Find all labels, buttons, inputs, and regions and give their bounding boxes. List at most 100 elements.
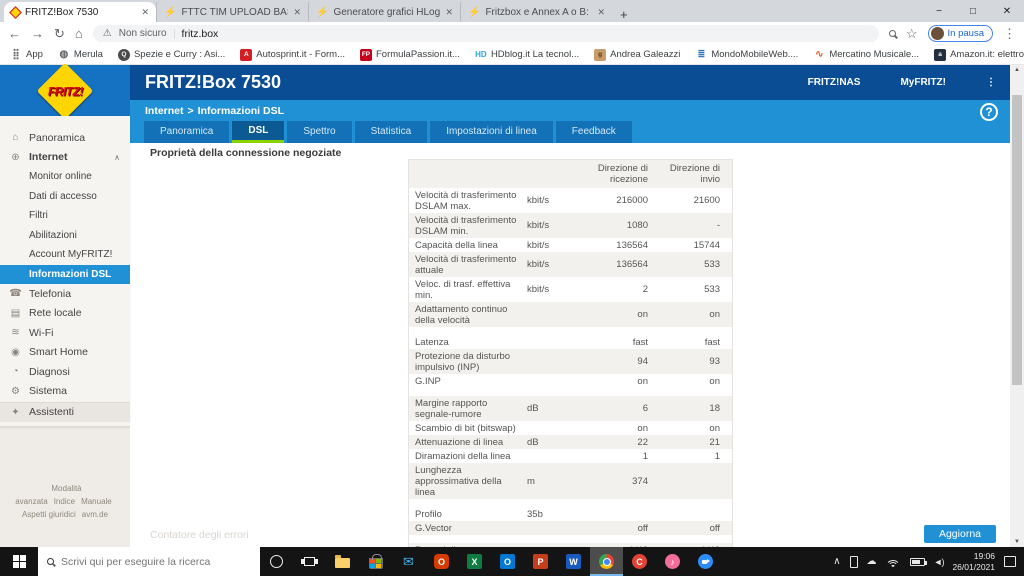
breadcrumb-section[interactable]: Internet <box>145 105 184 117</box>
fritz-favicon-icon <box>9 6 22 19</box>
myfritz-link[interactable]: MyFRITZ! <box>900 77 946 88</box>
sidebar-item-dati-di-accesso[interactable]: Dati di accesso <box>0 187 130 207</box>
tab-impostazioni-linea[interactable]: Impostazioni di linea <box>430 121 553 143</box>
scroll-down-icon[interactable]: ▼ <box>1010 539 1024 545</box>
sidebar-item-telefonia[interactable]: ☎Telefonia <box>0 284 130 304</box>
zoom-app-button[interactable] <box>689 547 722 576</box>
legal-link[interactable]: Aspetti giuridici <box>22 510 76 519</box>
help-icon[interactable]: ? <box>980 103 998 121</box>
sidebar-item-internet[interactable]: ⊕Internet∧ <box>0 148 130 168</box>
fritz-logo[interactable]: FRITZ! <box>0 65 130 116</box>
sidebar-item-wifi[interactable]: ≋Wi-Fi <box>0 323 130 343</box>
sidebar-item-filtri[interactable]: Filtri <box>0 206 130 226</box>
bookmark-label: Merula <box>74 49 103 60</box>
speaker-icon[interactable]: ◄) <box>934 557 944 567</box>
security-label[interactable]: Non sicuro <box>119 28 167 39</box>
bookmark-amazon[interactable]: aAmazon.it: elettroni... <box>934 49 1024 61</box>
sidebar-item-abilitazioni[interactable]: Abilitazioni <box>0 226 130 246</box>
itunes-button[interactable]: ♪ <box>656 547 689 576</box>
bookmark-hdblog[interactable]: HDHDblog.it La tecnol... <box>475 49 579 61</box>
tab-dsl[interactable]: DSL <box>232 121 284 143</box>
sidebar-item-sistema[interactable]: ⚙Sistema <box>0 382 130 402</box>
vertical-scrollbar[interactable]: ▲ ▼ <box>1010 65 1024 547</box>
bookmark-mondomobile[interactable]: ≣MondoMobileWeb.... <box>695 49 798 61</box>
tab-close-icon[interactable]: ✕ <box>597 7 605 18</box>
tab-close-icon[interactable]: ✕ <box>141 7 149 18</box>
row-unit: m <box>527 476 569 487</box>
tray-chevron-up-icon[interactable]: ∧ <box>833 557 840 567</box>
error-counter-link[interactable]: Contatore degli errori <box>150 529 249 541</box>
browser-tab-fritzbox[interactable]: FRITZ!Box 7530 ✕ <box>4 2 156 22</box>
sidebar-item-informazioni-dsl[interactable]: Informazioni DSL <box>0 265 130 285</box>
new-tab-button[interactable]: + <box>620 7 628 22</box>
sidebar-item-rete-locale[interactable]: ▤Rete locale <box>0 304 130 324</box>
bookmark-formulapassion[interactable]: FPFormulaPassion.it... <box>360 49 460 61</box>
powerpoint-button[interactable]: P <box>524 547 557 576</box>
sidebar-item-assistenti[interactable]: ✦Assistenti <box>0 402 130 422</box>
close-button[interactable]: ✕ <box>990 6 1024 17</box>
avm-link[interactable]: avm.de <box>82 510 108 519</box>
sidebar-item-diagnosi[interactable]: ◔Diagnosi <box>0 362 130 382</box>
ccleaner-button[interactable]: C <box>623 547 656 576</box>
bookmark-galeazzi[interactable]: gAndrea Galeazzi <box>594 49 680 61</box>
refresh-button[interactable]: Aggiorna <box>924 525 996 543</box>
bookmark-spezie[interactable]: QSpezie e Curry : Asi... <box>118 49 225 61</box>
taskbar-search[interactable] <box>38 547 260 576</box>
url-text[interactable]: fritz.box <box>182 28 219 40</box>
reload-icon[interactable]: ↻ <box>54 27 65 40</box>
scrollbar-thumb[interactable] <box>1012 95 1022 385</box>
onedrive-cloud-icon[interactable]: ☁ <box>867 557 877 567</box>
maximize-button[interactable]: □ <box>956 6 990 17</box>
taskbar-search-input[interactable] <box>61 556 231 568</box>
wifi-status-icon[interactable] <box>886 556 901 567</box>
profile-chip[interactable]: In pausa <box>928 25 993 42</box>
row-unit: kbit/s <box>527 259 569 270</box>
sidebar-item-smart-home[interactable]: ◉Smart Home <box>0 343 130 363</box>
tab-panoramica[interactable]: Panoramica <box>144 121 229 143</box>
sidebar-item-account-myfritz[interactable]: Account MyFRITZ! <box>0 245 130 265</box>
excel-button[interactable]: X <box>458 547 491 576</box>
cortana-button[interactable] <box>260 547 293 576</box>
tab-spettro[interactable]: Spettro <box>287 121 351 143</box>
tab-statistica[interactable]: Statistica <box>355 121 428 143</box>
index-link[interactable]: Indice <box>54 497 75 506</box>
manual-link[interactable]: Manuale <box>81 497 112 506</box>
browser-menu-icon[interactable]: ⋮ <box>1003 27 1016 40</box>
browser-tab-fttc[interactable]: ⚡ FTTC TIM UPLOAD BASSO - Fibra ✕ <box>156 2 308 22</box>
word-button[interactable]: W <box>557 547 590 576</box>
bookmark-mercatino[interactable]: ∿Mercatino Musicale... <box>813 49 919 61</box>
forward-icon[interactable]: → <box>31 27 44 40</box>
sidebar-item-monitor-online[interactable]: Monitor online <box>0 167 130 187</box>
bookmark-apps[interactable]: ⣿App <box>10 49 43 61</box>
battery-icon[interactable] <box>910 558 925 566</box>
chrome-button[interactable] <box>590 547 623 576</box>
folder-icon <box>335 558 350 568</box>
tab-close-icon[interactable]: ✕ <box>293 7 301 18</box>
header-menu-icon[interactable]: ⋮ <box>986 77 996 88</box>
task-view-button[interactable] <box>293 547 326 576</box>
bookmark-star-icon[interactable]: ☆ <box>906 27 918 40</box>
your-phone-icon[interactable] <box>850 556 858 568</box>
address-bar[interactable]: ⚠ Non sicuro fritz.box <box>93 25 879 42</box>
bookmark-autosprint[interactable]: AAutosprint.it - Form... <box>240 49 345 61</box>
fritznas-link[interactable]: FRITZ!NAS <box>808 77 861 88</box>
file-explorer-button[interactable] <box>326 547 359 576</box>
sidebar-item-panoramica[interactable]: ⌂Panoramica <box>0 128 130 148</box>
tab-close-icon[interactable]: ✕ <box>445 7 453 18</box>
browser-tab-generatore[interactable]: ⚡ Generatore grafici HLog/QLN - F ✕ <box>308 2 460 22</box>
action-center-icon[interactable] <box>1004 556 1016 567</box>
scroll-up-icon[interactable]: ▲ <box>1010 67 1024 73</box>
start-button[interactable] <box>0 555 38 568</box>
ms-store-button[interactable] <box>359 547 392 576</box>
office-button[interactable]: O <box>425 547 458 576</box>
bookmark-merula[interactable]: ◍Merula <box>58 49 103 61</box>
minimize-button[interactable]: − <box>922 6 956 17</box>
mail-button[interactable]: ♪✉ <box>392 547 425 576</box>
home-icon[interactable]: ⌂ <box>75 27 83 40</box>
back-icon[interactable]: ← <box>8 27 21 40</box>
taskbar-clock[interactable]: 19:06 26/01/2021 <box>952 551 995 573</box>
search-icon[interactable] <box>889 30 896 37</box>
outlook-button[interactable]: O <box>491 547 524 576</box>
browser-tab-annex[interactable]: ⚡ Fritzbox e Annex A o B: che diffe ✕ <box>460 2 612 22</box>
tab-feedback[interactable]: Feedback <box>556 121 632 143</box>
